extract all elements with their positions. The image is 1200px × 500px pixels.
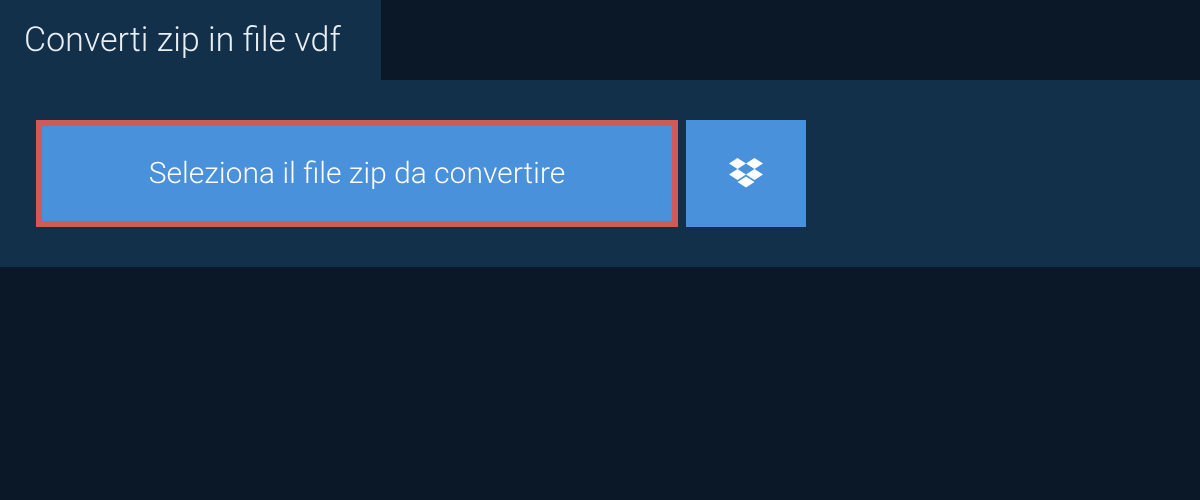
button-row: Seleziona il file zip da convertire [36, 120, 806, 227]
page-title-tab: Converti zip in file vdf [0, 0, 381, 80]
converter-panel: Seleziona il file zip da convertire [0, 80, 1200, 267]
dropbox-icon [729, 158, 763, 190]
page-title: Converti zip in file vdf [24, 20, 341, 60]
select-file-button[interactable]: Seleziona il file zip da convertire [36, 120, 678, 227]
select-file-label: Seleziona il file zip da convertire [42, 126, 672, 221]
dropbox-button[interactable] [686, 120, 806, 227]
